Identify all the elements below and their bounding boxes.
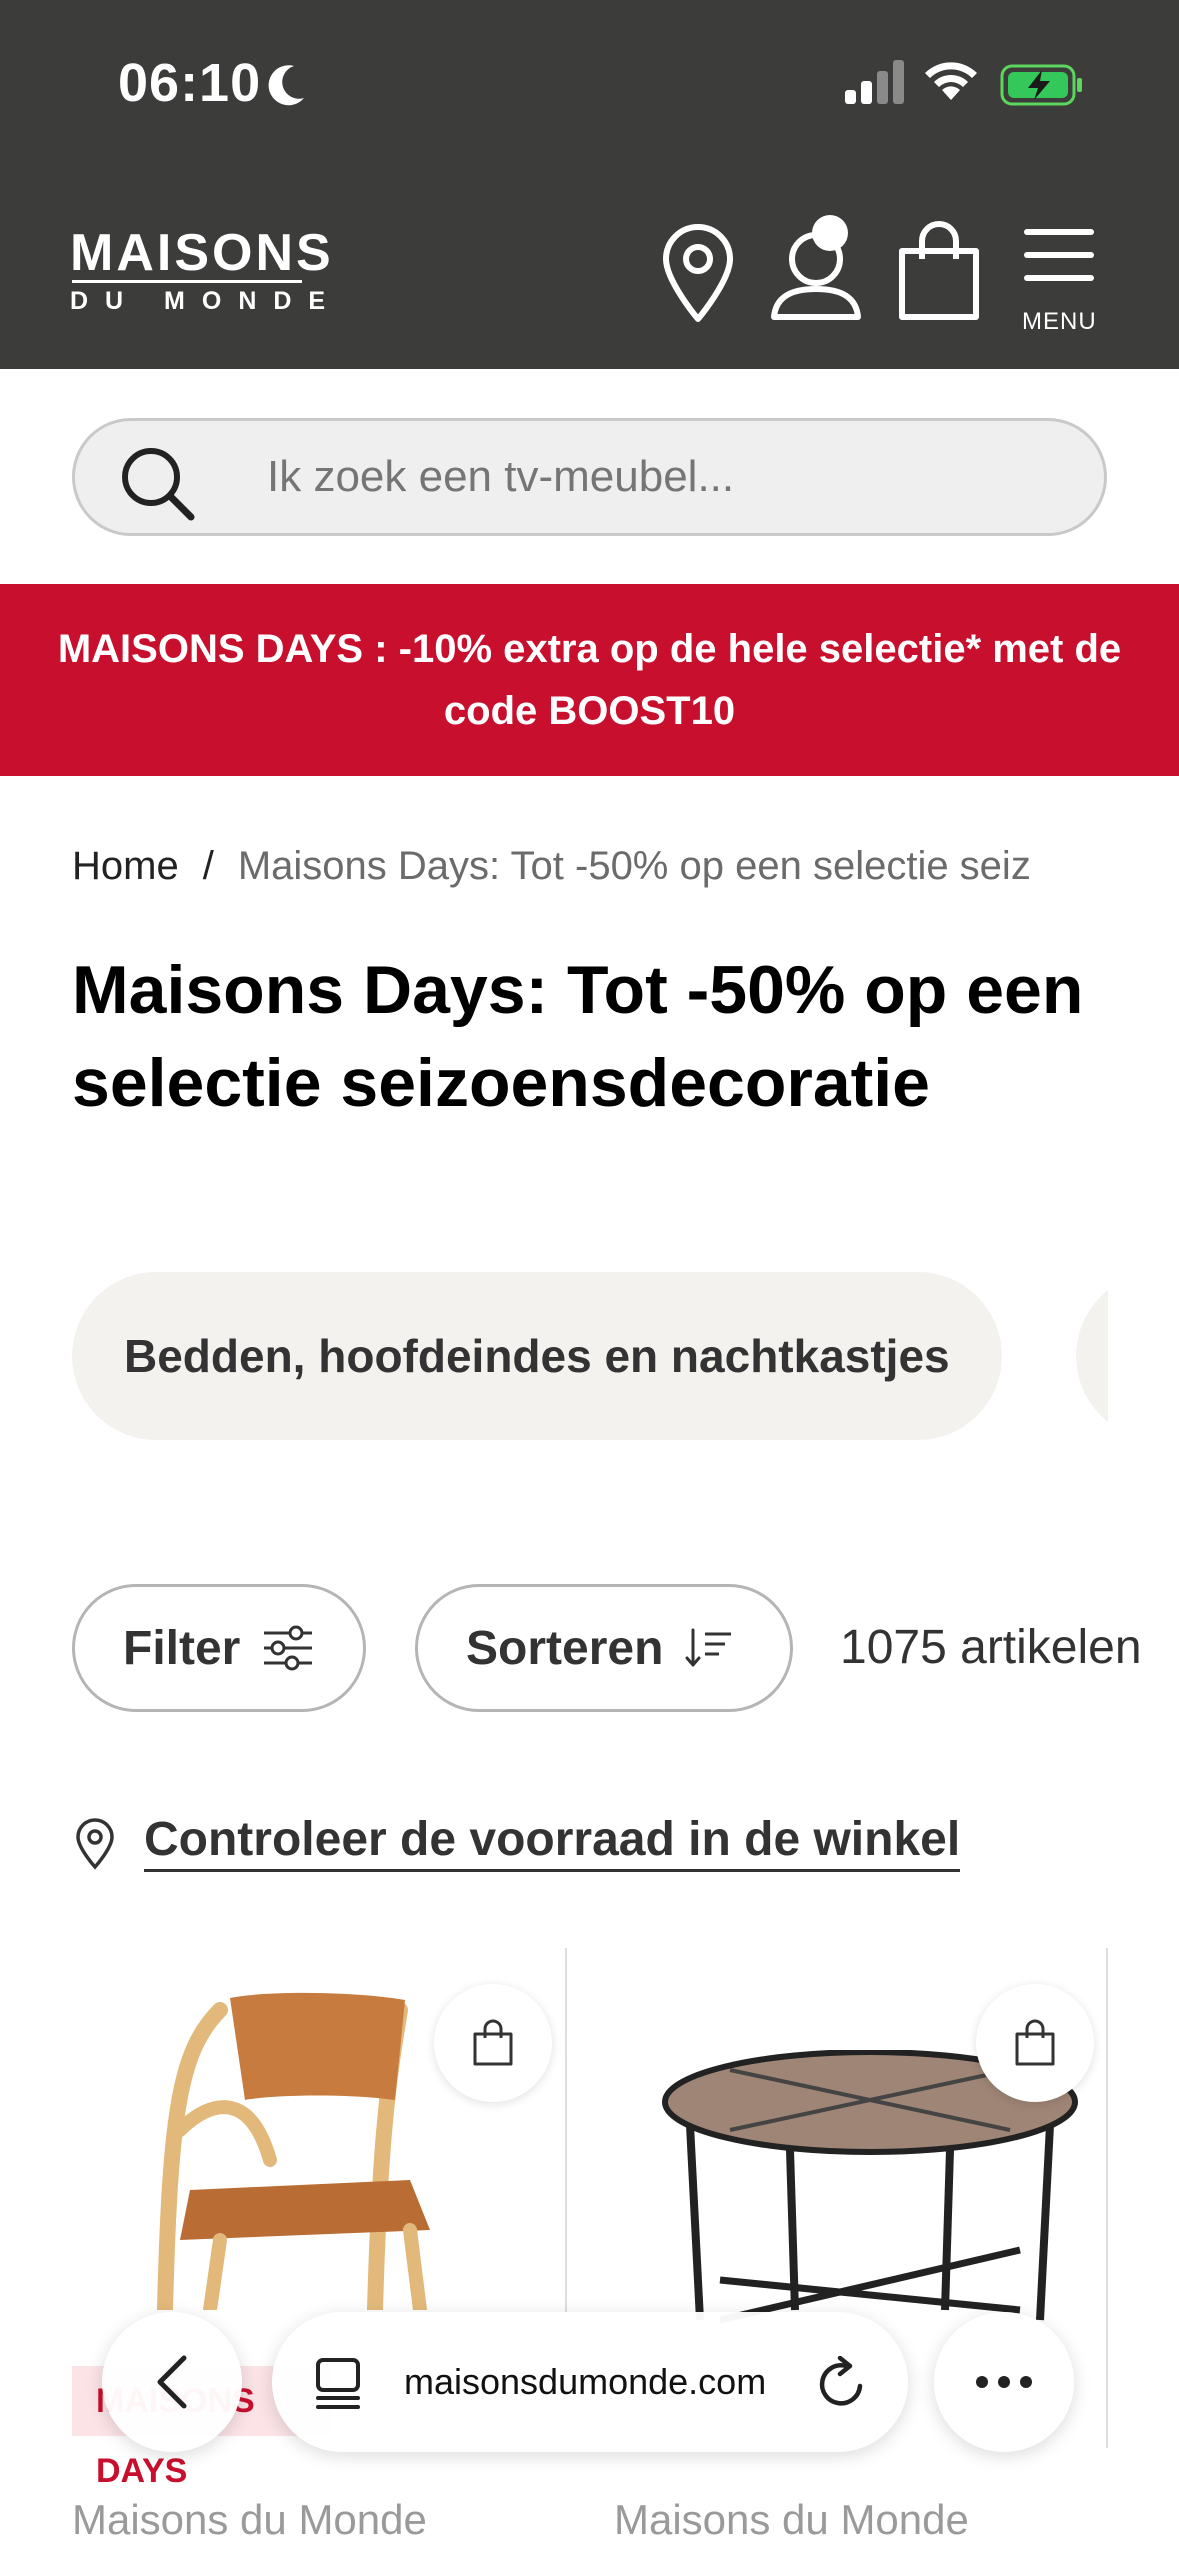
store-locator-icon[interactable] (660, 223, 736, 323)
search-icon (122, 448, 195, 521)
breadcrumb-separator: / (202, 844, 214, 888)
site-header: MAISONS DU MONDE MENU (0, 175, 1179, 369)
logo-divider (72, 280, 302, 283)
url-text[interactable]: maisonsdumonde.com (404, 2312, 804, 2452)
filter-label: Filter (123, 1621, 241, 1675)
moon-icon (268, 65, 304, 106)
sort-button[interactable]: Sorteren (415, 1584, 793, 1712)
cellular-signal-icon (845, 60, 904, 104)
cart-icon (1015, 2019, 1055, 2066)
product-brand: Maisons du Monde (614, 2496, 969, 2543)
breadcrumb-current: Maisons Days: Tot -50% op een selectie s… (237, 844, 1031, 888)
search-bar[interactable] (72, 418, 1107, 536)
filter-sliders-icon (264, 1625, 313, 1671)
status-time: 06:10 (118, 53, 262, 113)
chevron-left-icon (157, 2355, 187, 2409)
breadcrumb: Home / Maisons Days: Tot -50% op een selec… (72, 838, 1107, 894)
promo-banner[interactable]: MAISONS DAYS : -10% extra op de hele sel… (0, 584, 1179, 776)
check-store-stock-link[interactable]: Controleer de voorraad in de winkel (144, 1812, 961, 1872)
grid-divider (1106, 1948, 1108, 2448)
filter-button[interactable]: Filter (72, 1584, 366, 1712)
battery-charging-icon (1000, 64, 1082, 106)
logo-wordmark-top: MAISONS (70, 224, 334, 282)
category-chip[interactable]: Bedden, hoofdeindes en nachtkastjes (72, 1272, 1002, 1440)
sort-icon (685, 1628, 732, 1667)
breadcrumb-home[interactable]: Home (72, 844, 179, 888)
add-to-cart-button[interactable] (434, 1984, 552, 2102)
account-icon[interactable] (768, 213, 868, 323)
tabs-overview-icon[interactable] (314, 2356, 364, 2410)
menu-icon[interactable] (1024, 225, 1094, 285)
browser-more-button[interactable] (934, 2312, 1074, 2452)
reload-icon[interactable] (816, 2356, 868, 2410)
status-bar: 06:10 (0, 0, 1179, 175)
location-pin-icon (76, 1818, 114, 1870)
more-options-icon (976, 2376, 1032, 2388)
product-image-chair[interactable] (150, 1990, 480, 2310)
promo-text: MAISONS DAYS : -10% extra op de hele sel… (57, 627, 1122, 733)
cart-icon (473, 2019, 513, 2066)
logo-wordmark-bottom: DU MONDE (70, 287, 343, 315)
menu-label[interactable]: MENU (1022, 308, 1097, 336)
result-count: 1075 artikelen (840, 1621, 1142, 1674)
cart-icon[interactable] (896, 219, 982, 323)
category-chip-next[interactable] (1076, 1272, 1108, 1440)
search-input[interactable] (267, 421, 1067, 533)
sort-label: Sorteren (466, 1621, 664, 1675)
add-to-cart-button[interactable] (976, 1984, 1094, 2102)
page-title: Maisons Days: Tot -50% op een selectie s… (72, 952, 1084, 1121)
address-bar[interactable]: maisonsdumonde.com (272, 2312, 908, 2452)
product-brand: Maisons du Monde (72, 2496, 427, 2543)
category-chip-label: Bedden, hoofdeindes en nachtkastjes (124, 1330, 950, 1382)
browser-back-button[interactable] (102, 2312, 242, 2452)
wifi-icon (925, 62, 977, 100)
